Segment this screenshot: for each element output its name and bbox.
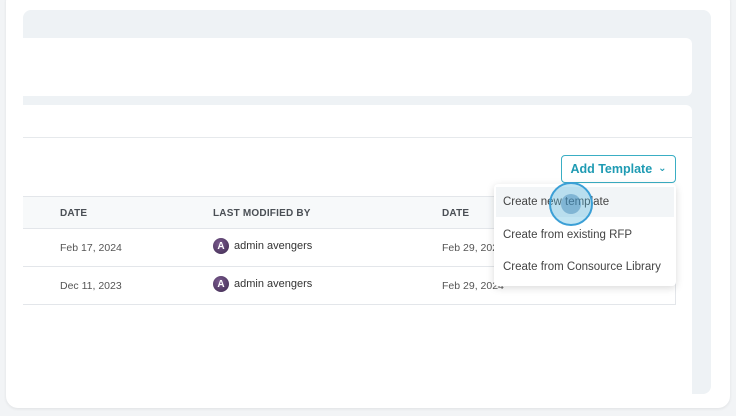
row-modified-by-name: admin avengers bbox=[234, 278, 313, 290]
add-template-label: Add Template bbox=[570, 162, 653, 176]
menu-item-create-from-library[interactable]: Create from Consource Library bbox=[496, 252, 674, 282]
add-template-button[interactable]: Add Template ⌄ bbox=[561, 155, 676, 183]
avengers-avatar-icon: A bbox=[213, 276, 229, 292]
row-modified-by: A admin avengers bbox=[213, 276, 312, 292]
row-date: Dec 11, 2023 bbox=[60, 280, 122, 292]
header-date[interactable]: DATE bbox=[60, 208, 87, 219]
header-date-2[interactable]: DATE bbox=[442, 208, 469, 219]
add-template-dropdown: Create new template Create from existing… bbox=[494, 184, 676, 286]
avengers-avatar-icon: A bbox=[213, 238, 229, 254]
row-modified-by: A admin avengers bbox=[213, 238, 312, 254]
row-modified-by-name: admin avengers bbox=[234, 240, 313, 252]
header-last-modified-by[interactable]: LAST MODIFIED BY bbox=[213, 208, 311, 219]
row-date: Feb 17, 2024 bbox=[60, 242, 122, 254]
section-divider bbox=[23, 137, 692, 138]
info-section bbox=[23, 38, 692, 96]
menu-item-create-new-template[interactable]: Create new template bbox=[496, 187, 674, 217]
menu-item-create-from-rfp[interactable]: Create from existing RFP bbox=[496, 220, 674, 250]
chevron-down-icon: ⌄ bbox=[658, 162, 667, 174]
